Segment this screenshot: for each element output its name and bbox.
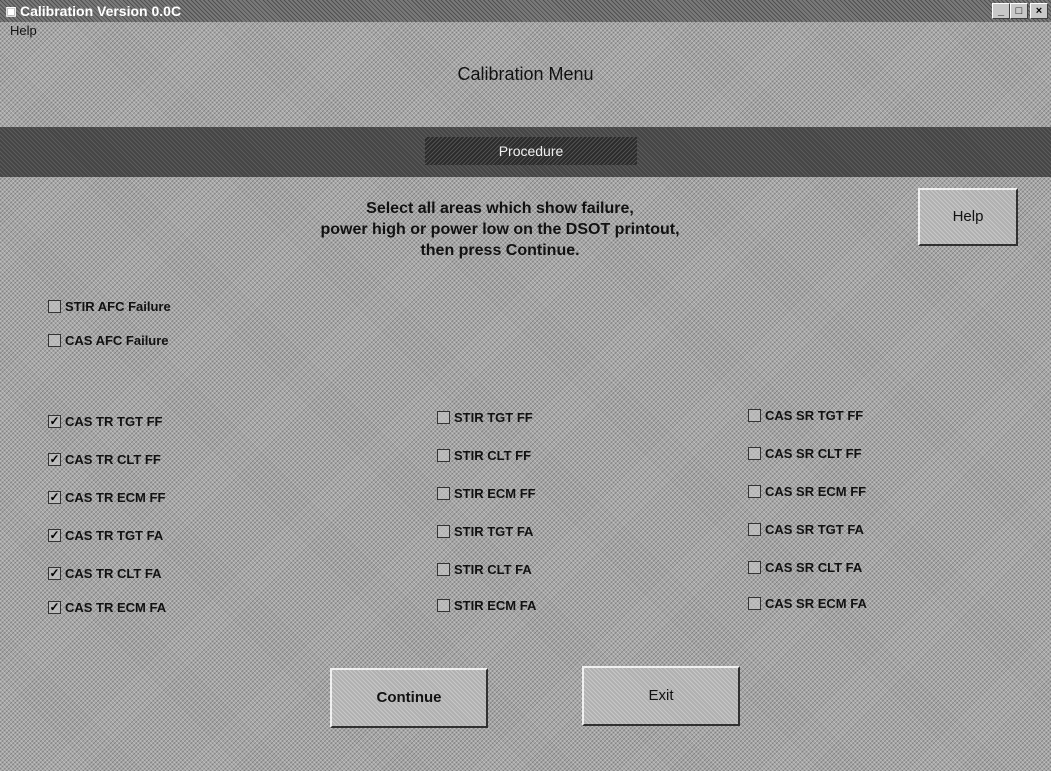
checkbox-label: STIR TGT FF xyxy=(454,409,533,425)
menu-help[interactable]: Help xyxy=(10,22,37,40)
checkbox-label: CAS SR TGT FA xyxy=(765,521,864,537)
instructions-line-1: Select all areas which show failure, xyxy=(366,200,634,217)
checkbox-stir-clt-fa[interactable]: STIR CLT FA xyxy=(437,560,532,578)
checkbox-cas-sr-clt-ff[interactable]: CAS SR CLT FF xyxy=(748,444,862,462)
checkbox-cas-tr-clt-ff[interactable]: ✓ CAS TR CLT FF xyxy=(48,450,161,468)
procedure-band: Procedure xyxy=(0,127,1051,177)
checkbox-cas-tr-ecm-fa[interactable]: ✓ CAS TR ECM FA xyxy=(48,598,166,616)
checkbox-stir-clt-ff[interactable]: STIR CLT FF xyxy=(437,446,531,464)
checkbox-label: STIR CLT FF xyxy=(454,447,532,463)
checkbox-label: CAS SR TGT FF xyxy=(765,407,864,423)
checkbox-cas-sr-ecm-fa[interactable]: CAS SR ECM FA xyxy=(748,594,867,612)
checkbox-label: CAS SR ECM FF xyxy=(765,483,867,499)
exit-button[interactable]: Exit xyxy=(582,666,740,726)
checkbox-box[interactable] xyxy=(437,524,450,538)
checkbox-stir-tgt-fa[interactable]: STIR TGT FA xyxy=(437,522,533,540)
checkbox-label: STIR ECM FA xyxy=(454,597,537,613)
checkbox-cas-sr-clt-fa[interactable]: CAS SR CLT FA xyxy=(748,558,862,576)
checkbox-box[interactable]: ✓ xyxy=(48,600,61,614)
checkbox-box[interactable]: ✓ xyxy=(48,452,61,466)
checkbox-label: CAS AFC Failure xyxy=(65,332,169,348)
checkbox-stir-ecm-fa[interactable]: STIR ECM FA xyxy=(437,596,536,614)
checkbox-box[interactable] xyxy=(748,560,761,574)
checkbox-box[interactable] xyxy=(748,484,761,498)
checkbox-box[interactable] xyxy=(748,596,761,610)
checkbox-box[interactable]: ✓ xyxy=(48,414,61,428)
checkbox-stir-ecm-ff[interactable]: STIR ECM FF xyxy=(437,484,536,502)
checkbox-label: STIR TGT FA xyxy=(454,523,534,539)
checkbox-stir-afc-failure[interactable]: STIR AFC Failure xyxy=(48,297,171,315)
checkbox-label: CAS SR CLT FA xyxy=(765,559,863,575)
close-button[interactable]: × xyxy=(1030,3,1048,19)
checkbox-label: CAS TR ECM FA xyxy=(65,599,167,615)
checkbox-label: STIR AFC Failure xyxy=(65,298,171,314)
checkbox-box[interactable]: ✓ xyxy=(48,566,61,580)
checkbox-box[interactable] xyxy=(748,446,761,460)
checkbox-box[interactable] xyxy=(748,522,761,536)
checkbox-label: CAS TR CLT FF xyxy=(65,451,161,467)
checkbox-label: STIR CLT FA xyxy=(454,561,532,577)
checkbox-label: CAS TR ECM FF xyxy=(65,489,166,505)
help-button[interactable]: Help xyxy=(918,188,1018,246)
checkbox-box[interactable] xyxy=(437,598,450,612)
checkbox-stir-tgt-ff[interactable]: STIR TGT FF xyxy=(437,408,533,426)
checkbox-cas-sr-tgt-ff[interactable]: CAS SR TGT FF xyxy=(748,406,863,424)
checkbox-box[interactable] xyxy=(48,333,61,347)
window-title: Calibration Version 0.0C xyxy=(20,3,182,19)
checkbox-label: CAS TR TGT FF xyxy=(65,413,163,429)
title-bar: ▣ Calibration Version 0.0C _ □ × xyxy=(0,0,1051,22)
continue-button[interactable]: Continue xyxy=(330,668,488,728)
instructions-line-2: power high or power low on the DSOT prin… xyxy=(320,221,680,238)
checkbox-cas-afc-failure[interactable]: CAS AFC Failure xyxy=(48,331,169,349)
checkbox-box[interactable] xyxy=(748,408,761,422)
checkbox-label: STIR ECM FF xyxy=(454,485,536,501)
maximize-button[interactable]: □ xyxy=(1010,3,1028,19)
checkbox-label: CAS SR ECM FA xyxy=(765,595,867,611)
checkbox-label: CAS TR TGT FA xyxy=(65,527,164,543)
checkbox-box[interactable] xyxy=(48,299,61,313)
checkbox-box[interactable] xyxy=(437,562,450,576)
checkbox-label: CAS SR CLT FF xyxy=(765,445,862,461)
checkbox-box[interactable]: ✓ xyxy=(48,490,61,504)
instructions-text: Select all areas which show failure, pow… xyxy=(220,198,780,261)
checkbox-cas-tr-ecm-ff[interactable]: ✓ CAS TR ECM FF xyxy=(48,488,165,506)
minimize-button[interactable]: _ xyxy=(992,3,1010,19)
checkbox-label: CAS TR CLT FA xyxy=(65,565,162,581)
app-icon: ▣ xyxy=(5,4,17,18)
checkbox-cas-tr-clt-fa[interactable]: ✓ CAS TR CLT FA xyxy=(48,564,162,582)
checkbox-box[interactable] xyxy=(437,410,450,424)
checkbox-cas-tr-tgt-ff[interactable]: ✓ CAS TR TGT FF xyxy=(48,412,163,430)
checkbox-box[interactable]: ✓ xyxy=(48,528,61,542)
checkbox-cas-sr-ecm-ff[interactable]: CAS SR ECM FF xyxy=(748,482,866,500)
procedure-label: Procedure xyxy=(425,137,637,165)
page-title: Calibration Menu xyxy=(457,64,594,84)
checkbox-cas-tr-tgt-fa[interactable]: ✓ CAS TR TGT FA xyxy=(48,526,163,544)
checkbox-cas-sr-tgt-fa[interactable]: CAS SR TGT FA xyxy=(748,520,864,538)
checkbox-box[interactable] xyxy=(437,486,450,500)
menu-bar: Help xyxy=(0,22,1051,40)
instructions-line-3: then press Continue. xyxy=(420,242,580,259)
checkbox-box[interactable] xyxy=(437,448,450,462)
